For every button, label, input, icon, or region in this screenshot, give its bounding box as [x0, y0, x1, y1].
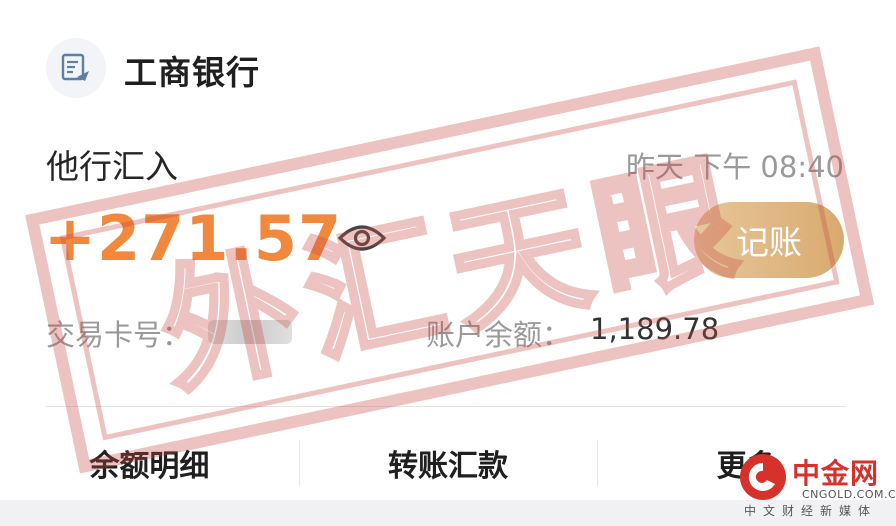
balance-label: 账户余额： [426, 318, 572, 352]
logo-name: 中金网 [792, 457, 880, 490]
masked-card-number [208, 320, 292, 344]
transaction-card: 工商银行 他行汇入 昨天 下午 08:40 +271.57 记账 交易卡号： 账… [0, 0, 896, 500]
balance-detail-button[interactable]: 余额明细 [0, 430, 299, 496]
transaction-time: 昨天 下午 08:40 [625, 150, 844, 184]
bank-doc-icon [46, 38, 106, 98]
transaction-amount: +271.57 [44, 202, 343, 275]
divider [46, 406, 846, 407]
record-button[interactable]: 记账 [694, 202, 844, 278]
transaction-type: 他行汇入 [46, 147, 178, 186]
card-number-label: 交易卡号： [46, 318, 192, 352]
bank-name: 工商银行 [124, 53, 260, 92]
transfer-button[interactable]: 转账汇款 [298, 430, 598, 496]
site-logo: 中金网 CNGOLD.COM.CN 中文财经新媒体 [740, 452, 896, 518]
logo-slogan: 中文财经新媒体 [744, 504, 878, 518]
logo-mark-icon [740, 454, 786, 500]
balance-value: 1,189.78 [590, 312, 720, 346]
eye-icon[interactable] [336, 218, 388, 258]
logo-domain: CNGOLD.COM.CN [802, 488, 896, 501]
